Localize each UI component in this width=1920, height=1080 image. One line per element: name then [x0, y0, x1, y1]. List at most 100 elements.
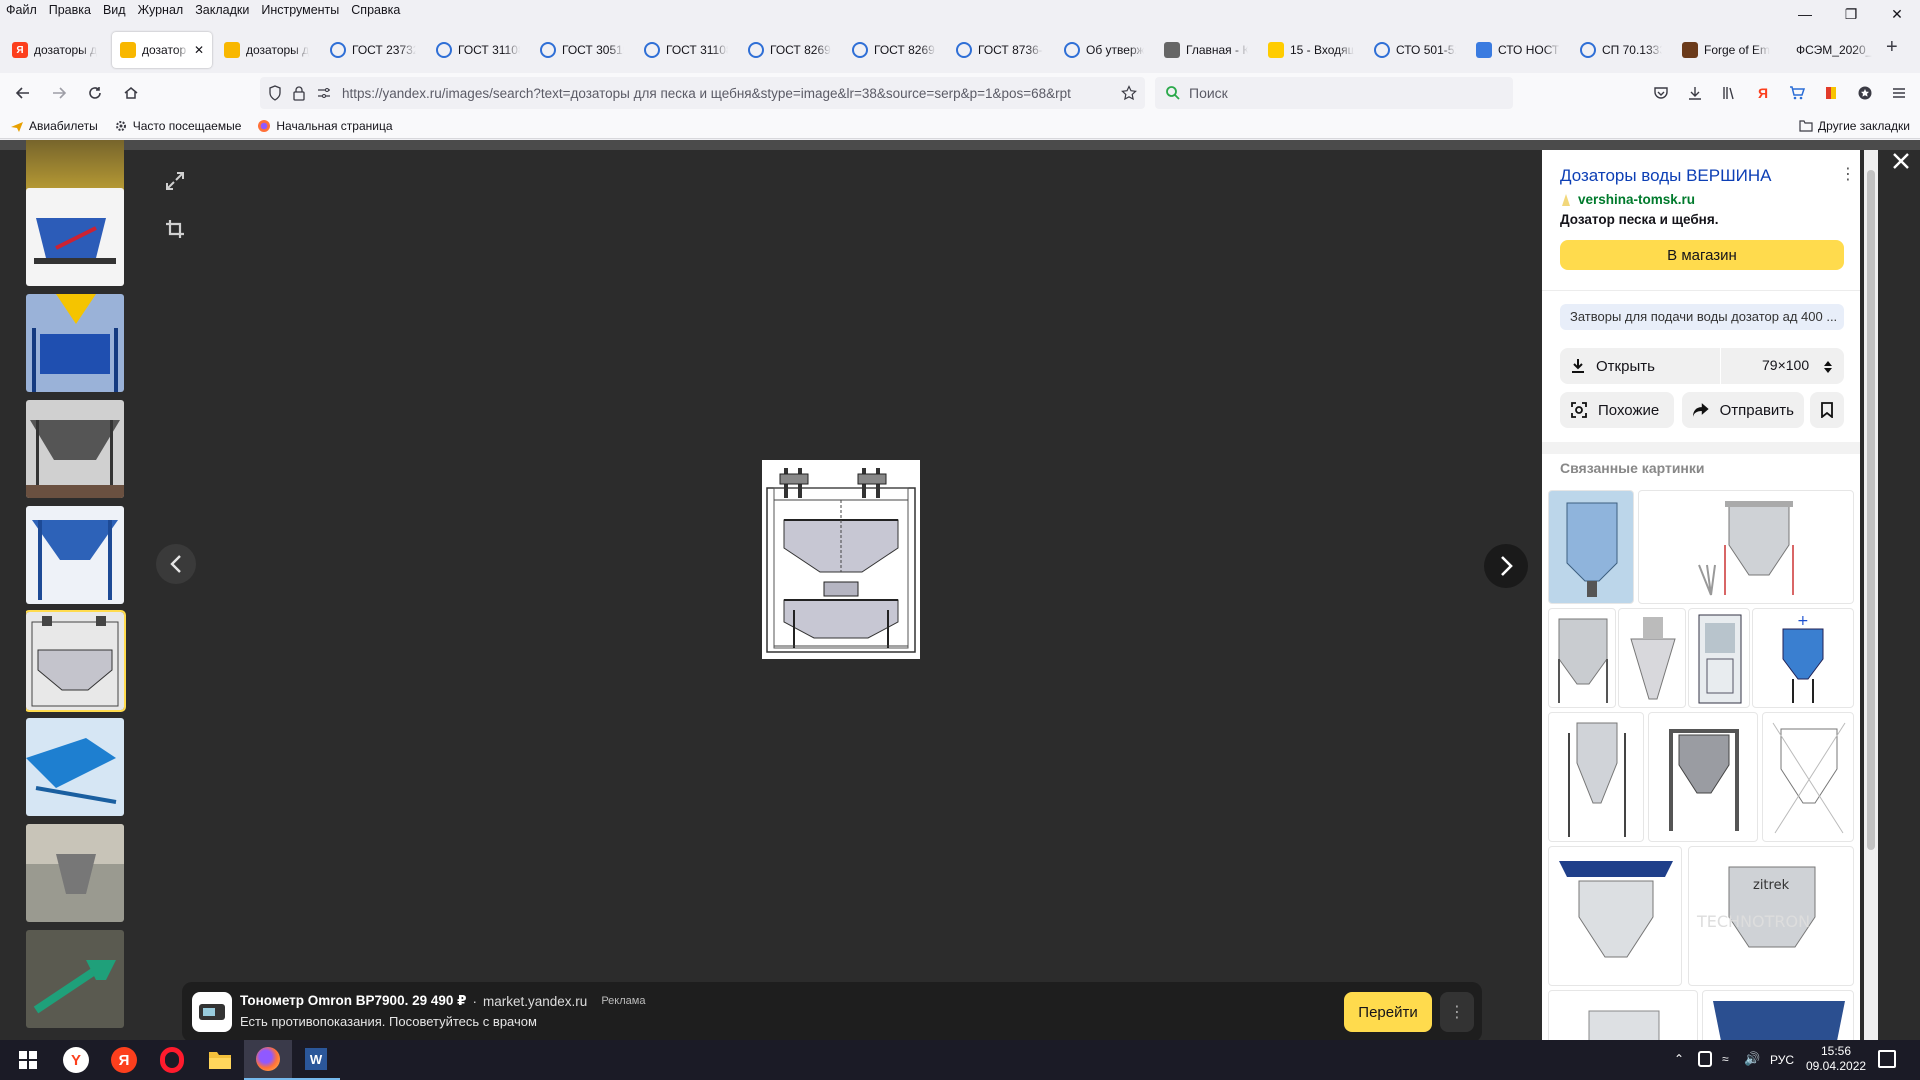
opera-taskbar[interactable]	[148, 1040, 196, 1080]
tray-chevron-icon[interactable]: ⌃	[1674, 1052, 1684, 1066]
browser-tab[interactable]: ГОСТ 8736-	[948, 32, 1052, 68]
back-button[interactable]	[8, 78, 38, 108]
notifications-icon[interactable]	[1878, 1050, 1896, 1068]
other-bookmarks[interactable]: Другие закладки	[1799, 119, 1910, 133]
library-icon[interactable]	[1714, 78, 1744, 108]
thumbnail[interactable]	[26, 824, 124, 922]
permissions-icon[interactable]	[316, 85, 332, 101]
crop-button[interactable]	[158, 212, 192, 246]
scrollbar-thumb[interactable]	[1867, 170, 1875, 850]
browser-tab[interactable]: ФСЭМ_2020_ОП	[1782, 32, 1880, 68]
ad-more-icon[interactable]: ⋮	[1440, 992, 1474, 1032]
browser-tab[interactable]: ГОСТ 8269.1	[844, 32, 944, 68]
fullscreen-button[interactable]	[158, 164, 192, 198]
related-image[interactable]	[1638, 490, 1854, 604]
thumbnail-selected[interactable]	[26, 610, 126, 712]
language-indicator[interactable]: РУС	[1770, 1053, 1794, 1067]
close-window-button[interactable]: ✕	[1874, 0, 1920, 28]
word-taskbar[interactable]: W	[292, 1040, 340, 1080]
shield-icon[interactable]	[268, 85, 282, 101]
browser-tab[interactable]: ГОСТ 30515	[532, 32, 632, 68]
explorer-taskbar[interactable]	[196, 1040, 244, 1080]
size-toggle-icon[interactable]	[1824, 360, 1832, 374]
ad-product-image[interactable]	[192, 992, 232, 1032]
thumbnail[interactable]	[26, 718, 124, 816]
reload-button[interactable]	[80, 78, 110, 108]
related-image[interactable]	[1548, 608, 1616, 708]
image-tag[interactable]: Затворы для подачи воды дозатор ад 400 .…	[1560, 304, 1844, 330]
url-text[interactable]: https://yandex.ru/images/search?text=доз…	[342, 86, 1111, 101]
minimize-button[interactable]: —	[1782, 0, 1828, 28]
shop-button[interactable]: В магазин	[1560, 240, 1844, 270]
extension-icon[interactable]	[1850, 78, 1880, 108]
address-bar[interactable]: https://yandex.ru/images/search?text=доз…	[260, 77, 1145, 109]
menu-file[interactable]: Файл	[0, 0, 43, 20]
menu-bookmarks[interactable]: Закладки	[189, 0, 255, 20]
menu-view[interactable]: Вид	[97, 0, 132, 20]
browser-tab[interactable]: СТО 501-52	[1366, 32, 1464, 68]
star-icon[interactable]	[1121, 85, 1137, 101]
ad-go-button[interactable]: Перейти	[1344, 992, 1432, 1032]
related-image[interactable]	[1548, 990, 1698, 1040]
image-size[interactable]: 79×100	[1762, 357, 1809, 373]
bookmark-start-page[interactable]: Начальная страница	[257, 119, 393, 133]
new-tab-button[interactable]: +	[1886, 36, 1898, 59]
related-image[interactable]	[1548, 712, 1644, 842]
close-tab-icon[interactable]: ✕	[194, 43, 204, 57]
browser-tab[interactable]: ГОСТ 23732	[322, 32, 424, 68]
thumbnail[interactable]	[26, 188, 124, 286]
thumbnail[interactable]	[26, 506, 124, 604]
lock-icon[interactable]	[292, 85, 306, 101]
yandex-taskbar[interactable]: Я	[100, 1040, 148, 1080]
related-image[interactable]	[1618, 608, 1686, 708]
battery-icon[interactable]	[1698, 1051, 1712, 1067]
clock[interactable]: 15:56 09.04.2022	[1806, 1044, 1866, 1074]
cart-icon[interactable]	[1782, 78, 1812, 108]
wifi-icon[interactable]: ≈	[1722, 1052, 1729, 1066]
related-image[interactable]: +	[1752, 608, 1854, 708]
bookmark-aviatickets[interactable]: Авиабилеты	[10, 119, 98, 133]
browser-tab[interactable]: СП 70.13330	[1572, 32, 1670, 68]
browser-tab[interactable]: дозаторы д	[216, 32, 318, 68]
source-title[interactable]: Дозаторы воды ВЕРШИНА	[1560, 166, 1772, 186]
tab-active[interactable]: дозатор песка ✕	[112, 32, 212, 68]
related-image[interactable]	[1648, 712, 1758, 842]
bookmark-flag-icon[interactable]	[1816, 78, 1846, 108]
search-bar[interactable]: Поиск	[1155, 77, 1513, 109]
start-button[interactable]	[4, 1040, 52, 1080]
related-image[interactable]	[1762, 712, 1854, 842]
bookmark-most-visited[interactable]: Часто посещаемые	[114, 119, 241, 133]
browser-tab[interactable]: Forge of Em	[1674, 32, 1778, 68]
open-image-button[interactable]: Открыть 79×100	[1560, 348, 1844, 384]
home-button[interactable]	[116, 78, 146, 108]
ad-domain[interactable]: market.yandex.ru	[483, 994, 587, 1009]
prev-image-button[interactable]	[156, 544, 196, 584]
pocket-icon[interactable]	[1646, 78, 1676, 108]
forward-button[interactable]	[44, 78, 74, 108]
close-viewer-button[interactable]	[1886, 146, 1916, 176]
browser-tab[interactable]: Главная - К	[1156, 32, 1256, 68]
menu-help[interactable]: Справка	[345, 0, 406, 20]
ad-banner[interactable]: Тонометр Omron BP7900. 29 490 ₽ · market…	[182, 982, 1482, 1042]
save-collection-button[interactable]	[1810, 392, 1844, 428]
related-image[interactable]	[1548, 846, 1682, 986]
firefox-taskbar[interactable]	[244, 1040, 292, 1080]
related-image[interactable]	[1702, 990, 1854, 1040]
download-icon[interactable]	[1680, 78, 1710, 108]
similar-button[interactable]: Похожие	[1560, 392, 1674, 428]
next-image-button[interactable]	[1484, 544, 1528, 588]
yandex-browser-taskbar[interactable]: Y	[52, 1040, 100, 1080]
menu-edit[interactable]: Правка	[43, 0, 97, 20]
browser-tab[interactable]: ГОСТ 8269	[740, 32, 840, 68]
browser-tab[interactable]: Об утвержд	[1056, 32, 1152, 68]
browser-tab[interactable]: СТО НОСТР	[1468, 32, 1568, 68]
restore-button[interactable]: ❐	[1828, 0, 1874, 28]
menu-history[interactable]: Журнал	[132, 0, 190, 20]
thumbnail[interactable]	[26, 930, 124, 1028]
source-domain[interactable]: vershina-tomsk.ru	[1578, 192, 1695, 207]
browser-tab[interactable]: Ядозаторы д	[4, 32, 108, 68]
share-button[interactable]: Отправить	[1682, 392, 1804, 428]
volume-icon[interactable]: 🔊	[1744, 1051, 1760, 1067]
hamburger-menu-icon[interactable]	[1884, 78, 1914, 108]
ad-title[interactable]: Тонометр Omron BP7900. 29 490 ₽	[240, 993, 467, 1009]
